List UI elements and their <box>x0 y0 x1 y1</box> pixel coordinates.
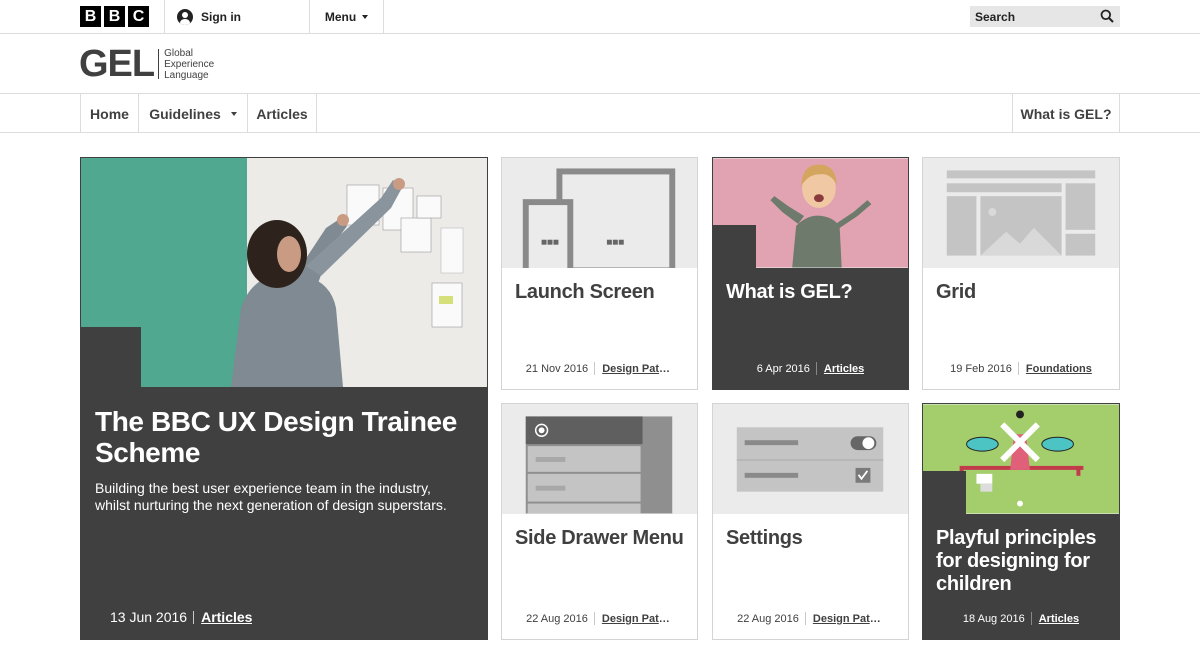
grid-illustration <box>923 158 1119 268</box>
card-tag-link[interactable]: Foundations <box>1019 363 1092 375</box>
card-date: 22 Aug 2016 <box>737 612 799 625</box>
card-date: 22 Aug 2016 <box>526 612 588 625</box>
bbc-logo-letter: C <box>128 6 149 27</box>
menu-label: Menu <box>324 10 357 24</box>
card-title[interactable]: Grid <box>936 281 1109 304</box>
bbc-logo-letter: B <box>104 6 125 27</box>
nav-guidelines-label: Guidelines <box>149 105 221 122</box>
launch-screen-illustration <box>502 158 697 268</box>
nav-guidelines[interactable]: Guidelines <box>138 94 247 133</box>
card-what-is-gel[interactable]: What is GEL? 6 Apr 2016 Articles <box>712 157 909 390</box>
card-side-drawer-menu[interactable]: Side Drawer Menu 22 Aug 2016 Design Patt… <box>501 403 698 640</box>
card-meta: 18 Aug 2016 Articles <box>923 612 1119 625</box>
card-date: 18 Aug 2016 <box>962 612 1025 625</box>
hero-description: Building the best user experience team i… <box>95 480 447 513</box>
gel-divider <box>158 49 160 79</box>
sign-in-label: Sign in <box>201 10 241 24</box>
gel-wordmark: GEL <box>79 43 155 85</box>
gel-logo[interactable]: GEL Global Experience Language <box>79 44 214 84</box>
gel-navigation: Home Guidelines Articles What is GEL? <box>0 94 1200 133</box>
gel-subtitle-line: Experience <box>164 58 215 70</box>
card-title[interactable]: What is GEL? <box>726 281 898 304</box>
card-meta: 22 Aug 2016 Design Patterns <box>502 612 697 625</box>
card-corner-block <box>923 471 966 514</box>
card-date: 19 Feb 2016 <box>950 362 1012 375</box>
card-tag-link[interactable]: Articles <box>1032 613 1079 625</box>
card-settings[interactable]: Settings 22 Aug 2016 Design Patterns <box>712 403 909 640</box>
card-title[interactable]: Playful principles for designing for chi… <box>936 527 1109 596</box>
card-meta: 22 Aug 2016 Design Patterns <box>713 612 908 625</box>
search-box[interactable]: Search <box>970 6 1120 27</box>
card-tag-link[interactable]: Design Patterns <box>595 363 673 375</box>
search-label: Search <box>975 9 1016 24</box>
bbc-logo-letter: B <box>80 6 101 27</box>
hero-meta: 13 Jun 2016 Articles <box>110 609 487 625</box>
settings-illustration <box>713 404 908 514</box>
nav-articles[interactable]: Articles <box>247 94 317 133</box>
card-date: 6 Apr 2016 <box>756 362 810 375</box>
hero-photo <box>81 158 487 387</box>
card-tag-link[interactable]: Articles <box>817 363 864 375</box>
sign-in-link[interactable]: Sign in <box>164 0 310 34</box>
bbc-top-bar: B B C Sign in Menu Search <box>0 0 1200 34</box>
side-drawer-illustration <box>502 404 697 514</box>
card-launch-screen[interactable]: Launch Screen 21 Nov 2016 Design Pattern… <box>501 157 698 390</box>
nav-home-label: Home <box>90 105 129 122</box>
card-meta: 21 Nov 2016 Design Patterns <box>502 362 697 375</box>
card-tag-link[interactable]: Design Patterns <box>595 613 673 625</box>
hero-date: 13 Jun 2016 <box>110 609 188 625</box>
user-icon <box>177 9 193 25</box>
card-meta: 6 Apr 2016 Articles <box>713 362 908 375</box>
gel-header: GEL Global Experience Language <box>0 34 1200 94</box>
gel-subtitle-line: Language <box>164 69 209 81</box>
chevron-down-icon <box>362 15 369 19</box>
nav-articles-label: Articles <box>256 105 308 122</box>
hero-tag-link[interactable]: Articles <box>194 609 252 625</box>
card-playful-principles[interactable]: Playful principles for designing for chi… <box>922 403 1120 640</box>
bbc-logo[interactable]: B B C <box>80 6 149 27</box>
card-corner-block <box>713 225 756 268</box>
menu-button[interactable]: Menu <box>310 0 384 34</box>
card-date: 21 Nov 2016 <box>525 362 589 375</box>
gel-subtitle-line: Global <box>164 47 194 59</box>
gel-subtitle: Global Experience Language <box>164 48 214 81</box>
card-grid[interactable]: Grid 19 Feb 2016 Foundations <box>922 157 1120 390</box>
card-meta: 19 Feb 2016 Foundations <box>923 362 1119 375</box>
hero-corner-block <box>81 327 141 387</box>
nav-what-is-gel-label: What is GEL? <box>1020 105 1112 122</box>
card-tag-link[interactable]: Design Patterns <box>806 613 884 625</box>
card-title[interactable]: Side Drawer Menu <box>515 527 687 550</box>
card-title[interactable]: Launch Screen <box>515 281 687 304</box>
chevron-down-icon <box>230 111 237 116</box>
nav-home[interactable]: Home <box>80 94 138 133</box>
hero-title[interactable]: The BBC UX Design Trainee Scheme <box>95 406 457 468</box>
search-icon[interactable] <box>1100 9 1114 23</box>
hero-card[interactable]: The BBC UX Design Trainee Scheme Buildin… <box>80 157 488 640</box>
card-title[interactable]: Settings <box>726 527 898 550</box>
nav-what-is-gel[interactable]: What is GEL? <box>1012 94 1120 133</box>
